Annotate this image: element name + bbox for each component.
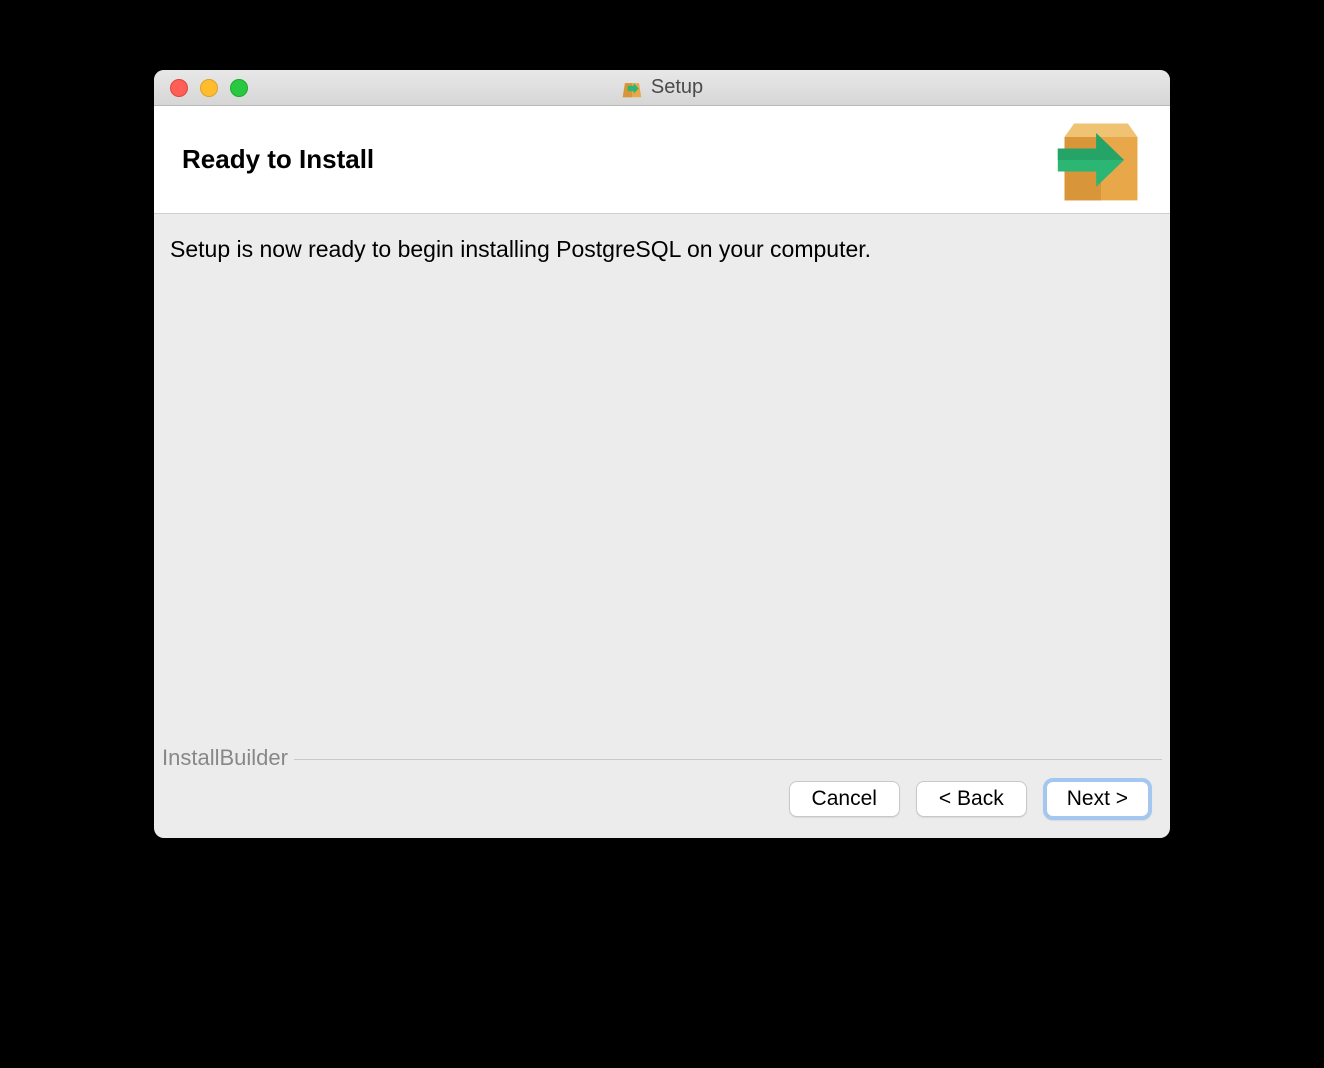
installer-window: Setup Ready to Install Setup is now read…	[154, 70, 1170, 838]
wizard-content: Setup is now ready to begin installing P…	[154, 214, 1170, 760]
title-center: Setup	[154, 76, 1170, 99]
box-arrow-icon	[1052, 112, 1150, 208]
next-button[interactable]: Next >	[1043, 778, 1152, 820]
cancel-button[interactable]: Cancel	[789, 781, 900, 817]
ready-message: Setup is now ready to begin installing P…	[170, 236, 1154, 263]
brand-label: InstallBuilder	[162, 745, 294, 771]
page-title: Ready to Install	[182, 144, 374, 175]
box-arrow-icon	[621, 77, 643, 99]
close-icon[interactable]	[170, 79, 188, 97]
maximize-icon[interactable]	[230, 79, 248, 97]
wizard-header: Ready to Install	[154, 106, 1170, 214]
footer-divider: InstallBuilder	[162, 759, 1162, 760]
wizard-footer: Cancel < Back Next >	[154, 760, 1170, 838]
titlebar: Setup	[154, 70, 1170, 106]
minimize-icon[interactable]	[200, 79, 218, 97]
window-title: Setup	[651, 76, 703, 99]
window-controls	[154, 79, 248, 97]
back-button[interactable]: < Back	[916, 781, 1027, 817]
